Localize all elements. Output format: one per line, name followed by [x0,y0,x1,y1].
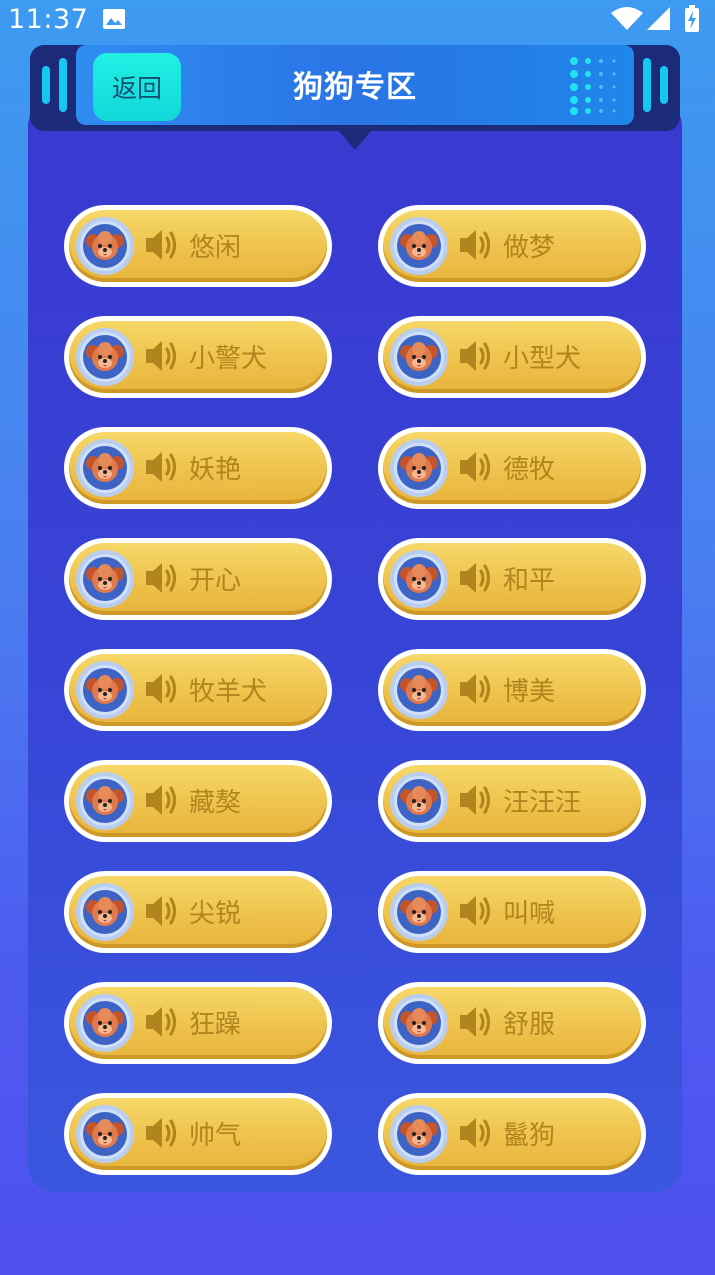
sound-button[interactable]: 帅气 [64,1093,332,1175]
speaker-icon [144,1115,182,1155]
speaker-icon [458,338,496,378]
sound-button[interactable]: 小警犬 [64,316,332,398]
sound-button-label: 帅气 [189,1121,242,1151]
dog-avatar [390,217,448,275]
sound-button[interactable]: 鬣狗 [378,1093,646,1175]
sound-button[interactable]: 做梦 [378,205,646,287]
speaker-icon [458,560,496,600]
speaker-icon [458,782,496,822]
sound-button[interactable]: 博美 [378,649,646,731]
sound-button-label: 悠闲 [189,233,242,263]
sound-button[interactable]: 藏獒 [64,760,332,842]
sound-button[interactable]: 舒服 [378,982,646,1064]
sound-button[interactable]: 妖艳 [64,427,332,509]
status-time: 11:37 [8,4,89,35]
sound-button[interactable]: 小型犬 [378,316,646,398]
sound-button[interactable]: 悠闲 [64,205,332,287]
header-decoration [42,66,50,104]
dog-avatar [76,328,134,386]
speaker-icon [458,893,496,933]
header-notch [333,124,377,150]
dog-avatar [76,883,134,941]
sound-button-label: 舒服 [503,1010,556,1040]
sound-button-label: 小警犬 [189,344,268,374]
dog-avatar [390,994,448,1052]
speaker-icon [458,227,496,267]
dog-avatar [390,1105,448,1163]
dog-avatar [76,772,134,830]
sound-button-label: 小型犬 [503,344,582,374]
dog-avatar [76,661,134,719]
speaker-icon [144,893,182,933]
dog-avatar [390,439,448,497]
battery-charging-icon [685,5,699,32]
sound-button[interactable]: 汪汪汪 [378,760,646,842]
sound-button-label: 鬣狗 [503,1121,556,1151]
status-bar: 11:37 [0,0,715,40]
signal-icon [647,7,670,30]
speaker-icon [458,449,496,489]
sound-button[interactable]: 开心 [64,538,332,620]
back-button[interactable]: 返回 [93,53,181,121]
header-decoration [59,58,67,112]
sound-button[interactable]: 牧羊犬 [64,649,332,731]
header-decoration [660,66,668,104]
sound-button[interactable]: 叫喊 [378,871,646,953]
speaker-icon [144,782,182,822]
speaker-icon [144,227,182,267]
dog-avatar [76,1105,134,1163]
sound-button-label: 尖锐 [189,899,242,929]
dog-avatar [76,439,134,497]
sound-button-label: 德牧 [503,455,556,485]
speaker-icon [144,671,182,711]
sound-button-label: 汪汪汪 [503,788,582,818]
speaker-icon [458,1004,496,1044]
sound-button-label: 狂躁 [189,1010,242,1040]
image-notification-icon [103,9,125,29]
dog-avatar [390,772,448,830]
sound-button-label: 博美 [503,677,556,707]
dog-avatar [390,328,448,386]
sound-button-label: 藏獒 [189,788,242,818]
header-decoration [643,58,651,112]
sound-button-label: 和平 [503,566,556,596]
sound-button-label: 叫喊 [503,899,556,929]
sound-button[interactable]: 和平 [378,538,646,620]
dots-decoration [570,57,616,115]
sound-button[interactable]: 狂躁 [64,982,332,1064]
sound-button-label: 妖艳 [189,455,242,485]
speaker-icon [144,1004,182,1044]
sound-button-label: 做梦 [503,233,556,263]
dog-avatar [76,994,134,1052]
dog-avatar [390,550,448,608]
dog-avatar [76,217,134,275]
dog-avatar [76,550,134,608]
dog-avatar [390,661,448,719]
speaker-icon [458,671,496,711]
speaker-icon [458,1115,496,1155]
sound-button-label: 开心 [189,566,242,596]
sound-button[interactable]: 德牧 [378,427,646,509]
dog-avatar [390,883,448,941]
sound-button[interactable]: 尖锐 [64,871,332,953]
wifi-icon [611,7,643,30]
page-title: 狗狗专区 [293,70,417,105]
speaker-icon [144,560,182,600]
speaker-icon [144,449,182,489]
sound-button-label: 牧羊犬 [189,677,268,707]
speaker-icon [144,338,182,378]
